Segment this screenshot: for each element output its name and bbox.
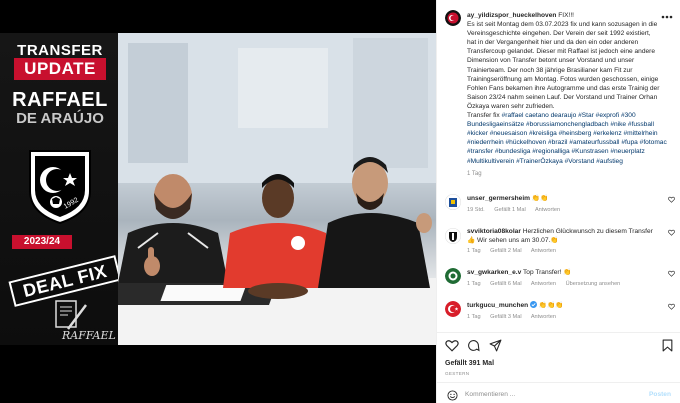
comment-username[interactable]: turkgucu_munchen bbox=[467, 302, 528, 309]
comment-like-icon[interactable] bbox=[668, 303, 675, 310]
signing-photo bbox=[118, 33, 436, 345]
comment-icon[interactable] bbox=[467, 339, 480, 352]
instagram-post-modal: TRANSFER UPDATE RAFFAEL DE ARAÚJO 1992 2… bbox=[0, 0, 680, 403]
comment-text: turkgucu_munchen 👏👏👏 bbox=[467, 301, 667, 310]
caption-tags-lead: Transfer fix bbox=[467, 112, 500, 120]
commenter-avatar[interactable] bbox=[445, 228, 461, 244]
comment-likes[interactable]: Gefällt 1 Mal bbox=[494, 207, 525, 213]
comment-text: unser_germersheim 👏👏 bbox=[467, 194, 667, 203]
add-comment-bar: Kommentieren ... Posten bbox=[445, 388, 673, 402]
comment-username[interactable]: unser_germersheim bbox=[467, 195, 530, 202]
comment-age: 1 Tag bbox=[467, 248, 481, 254]
caption-username[interactable]: ay_yildizspor_hueckelhoven bbox=[467, 12, 556, 19]
comment-likes[interactable]: Gefällt 2 Mal bbox=[490, 248, 521, 254]
comment-input[interactable]: Kommentieren ... bbox=[465, 391, 515, 398]
caption-line: Es ist seit Montag dem 03.07.2023 fix un… bbox=[467, 21, 658, 29]
action-bar bbox=[445, 338, 673, 354]
season-badge: 2023/24 bbox=[12, 235, 72, 249]
gwkarken-avatar-icon bbox=[445, 268, 461, 284]
turkgucu-avatar-icon bbox=[445, 301, 461, 317]
club-avatar-icon bbox=[445, 10, 461, 26]
comment-body: Top Transfer! 👏 bbox=[522, 269, 572, 276]
comment-like-icon[interactable] bbox=[668, 270, 675, 277]
comment-meta: 1 Tag Gefällt 2 Mal Antworten bbox=[467, 248, 564, 254]
caption-line: hat in der Vergangenheit hier und da den… bbox=[467, 39, 639, 47]
caption-line: Saison 23/24 nahm seinen Lauf. Der Vorst… bbox=[467, 93, 658, 101]
heart-icon[interactable] bbox=[445, 339, 459, 352]
germersheim-avatar-icon bbox=[445, 194, 461, 210]
post-comment-button[interactable]: Posten bbox=[649, 391, 671, 398]
bookmark-icon[interactable] bbox=[662, 339, 673, 352]
reply-button[interactable]: Antworten bbox=[531, 314, 556, 320]
signature-text: RAFFAEL bbox=[62, 329, 116, 342]
caption-line: Vereinsgeschichte eingehen. Der Verein d… bbox=[467, 30, 651, 38]
comment-body: 👏👏 bbox=[531, 195, 549, 202]
comment-age: 1 Tag bbox=[467, 281, 481, 287]
comment-meta: 1 Tag Gefällt 3 Mal Antworten bbox=[467, 314, 564, 320]
signing-scene-illustration bbox=[118, 33, 436, 345]
comment-username[interactable]: svviktoria08kolar bbox=[467, 228, 521, 235]
contract-pen-icon bbox=[55, 300, 87, 330]
caption-line: Trainingseröffnung am Montag. Fotos wurd… bbox=[467, 75, 659, 83]
caption-hashtags[interactable]: #raffael caetano dearaujo #Star #exprofi… bbox=[467, 112, 667, 164]
commenter-avatar[interactable] bbox=[445, 301, 461, 317]
comment-meta: 1 Tag Gefällt 6 Mal Antworten Übersetzun… bbox=[467, 281, 628, 287]
post-media: TRANSFER UPDATE RAFFAEL DE ARAÚJO 1992 2… bbox=[0, 0, 436, 403]
share-icon[interactable] bbox=[489, 339, 502, 352]
comment-item: sv_gwkarken_e.v Top Transfer! 👏 1 Tag Ge… bbox=[445, 268, 675, 290]
transfer-heading: TRANSFER bbox=[17, 42, 103, 59]
viktoria-avatar-icon bbox=[445, 228, 461, 244]
more-icon[interactable] bbox=[661, 15, 673, 19]
comment-like-icon[interactable] bbox=[668, 229, 675, 236]
reply-button[interactable]: Antworten bbox=[531, 248, 556, 254]
comment-body: 👏👏👏 bbox=[538, 302, 564, 309]
caption-line: Trainierteam. Der noch 38 jährige Brasil… bbox=[467, 66, 633, 74]
comment-text: svviktoria08kolar Herzlichen Glückwunsch… bbox=[467, 227, 655, 245]
comment-meta: 19 Std. Gefällt 1 Mal Antworten bbox=[467, 207, 568, 213]
player-first-name: RAFFAEL bbox=[12, 89, 108, 111]
comment-like-icon[interactable] bbox=[668, 196, 675, 203]
comment-likes[interactable]: Gefällt 3 Mal bbox=[490, 314, 521, 320]
author-avatar[interactable] bbox=[445, 10, 461, 26]
translate-link[interactable]: Übersetzung ansehen bbox=[566, 281, 621, 287]
verified-badge-icon bbox=[530, 301, 538, 308]
club-crest-icon: 1992 bbox=[29, 150, 91, 225]
comment-age: 19 Std. bbox=[467, 207, 485, 213]
caption-line: Özkaya waren sehr zufrieden. bbox=[467, 102, 555, 110]
comment-username[interactable]: sv_gwkarken_e.v bbox=[467, 269, 521, 276]
transfer-graphic: TRANSFER UPDATE RAFFAEL DE ARAÚJO 1992 2… bbox=[0, 33, 436, 345]
post-side-panel: ay_yildizspor_hueckelhoven FIX!!! Es ist… bbox=[436, 0, 680, 403]
caption-line: Fohlen Fans bekamen ihre Autogramme und … bbox=[467, 84, 660, 92]
reply-button[interactable]: Antworten bbox=[531, 281, 556, 287]
caption-line: FIX!!! bbox=[558, 12, 575, 19]
comment-likes[interactable]: Gefällt 6 Mal bbox=[490, 281, 521, 287]
like-count[interactable]: Gefällt 391 Mal bbox=[445, 360, 494, 367]
commenter-avatar[interactable] bbox=[445, 194, 461, 210]
comment-item: turkgucu_munchen 👏👏👏 1 Tag Gefällt 3 Mal… bbox=[445, 301, 675, 323]
post-date: GESTERN bbox=[445, 371, 470, 376]
comment-age: 1 Tag bbox=[467, 314, 481, 320]
caption-line: Dimension von Transfer betont unser Vors… bbox=[467, 57, 635, 65]
actions-divider bbox=[437, 332, 680, 333]
promo-sidebar: TRANSFER UPDATE RAFFAEL DE ARAÚJO 1992 2… bbox=[0, 33, 122, 345]
caption-line: Transfercoup gelandet. Dieser mit Raffae… bbox=[467, 48, 656, 56]
comment-item: unser_germersheim 👏👏 19 Std. Gefällt 1 M… bbox=[445, 194, 675, 216]
comment-box-divider bbox=[437, 382, 680, 383]
caption-age: 1 Tag bbox=[467, 170, 482, 177]
commenter-avatar[interactable] bbox=[445, 268, 461, 284]
player-last-name: DE ARAÚJO bbox=[16, 110, 104, 127]
update-heading: UPDATE bbox=[14, 58, 106, 80]
reply-button[interactable]: Antworten bbox=[535, 207, 560, 213]
comment-item: svviktoria08kolar Herzlichen Glückwunsch… bbox=[445, 227, 675, 259]
smiley-icon[interactable] bbox=[447, 390, 458, 401]
comment-text: sv_gwkarken_e.v Top Transfer! 👏 bbox=[467, 268, 667, 277]
post-caption: ay_yildizspor_hueckelhoven FIX!!! Es ist… bbox=[467, 11, 673, 179]
